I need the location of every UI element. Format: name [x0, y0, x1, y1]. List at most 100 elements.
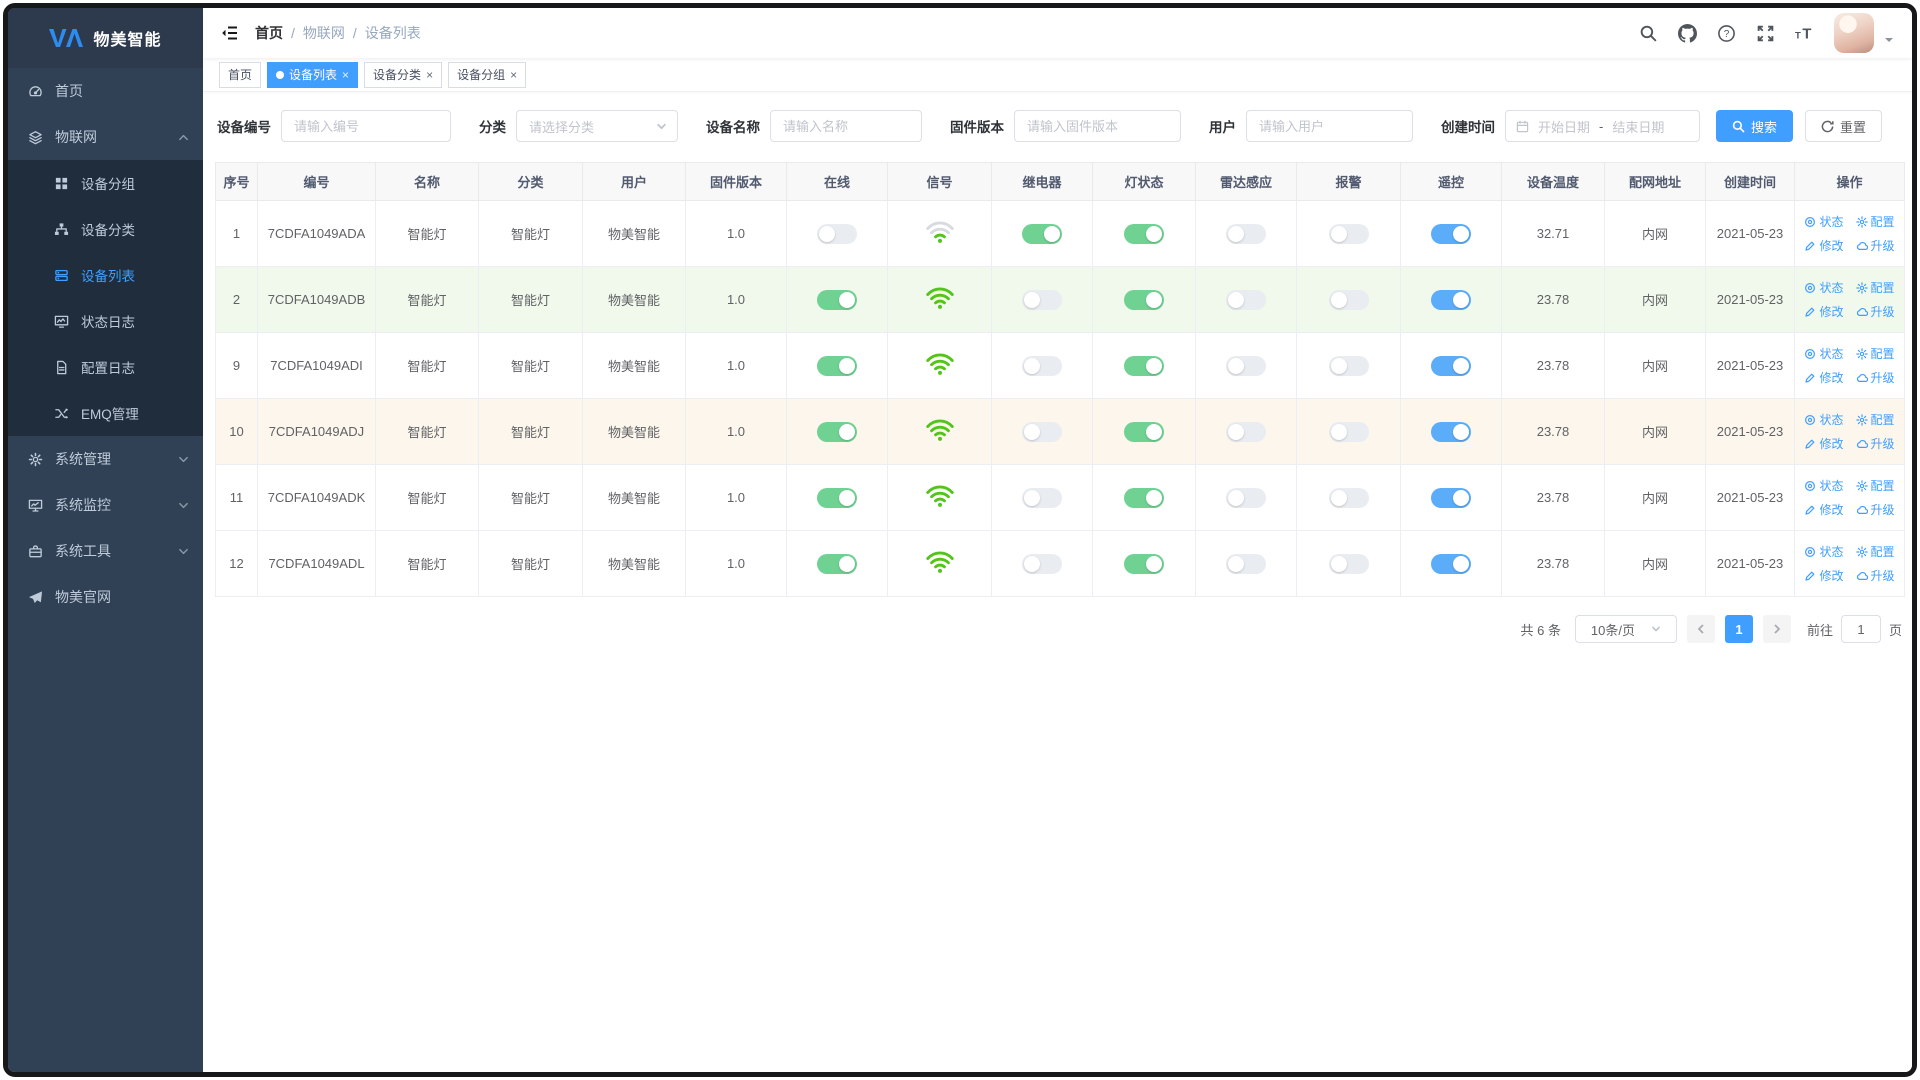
op-status-link[interactable]: 状态	[1804, 213, 1844, 230]
app-logo[interactable]: 物美智能	[8, 8, 203, 68]
online-toggle[interactable]	[817, 355, 857, 376]
op-upgrade-link[interactable]: 升级	[1856, 369, 1895, 386]
radar-sense-toggle[interactable]	[1226, 289, 1266, 310]
category-select[interactable]: 请选择分类	[516, 110, 678, 142]
remote-control-toggle[interactable]	[1431, 223, 1471, 244]
relay-toggle[interactable]	[1022, 289, 1062, 310]
light-state-toggle[interactable]	[1124, 421, 1164, 442]
op-status-link[interactable]: 状态	[1804, 411, 1844, 428]
op-config-link[interactable]: 配置	[1855, 345, 1895, 362]
light-state-toggle[interactable]	[1124, 355, 1164, 376]
online-toggle[interactable]	[817, 289, 857, 310]
fullscreen-icon[interactable]	[1756, 24, 1775, 43]
sidebar-item[interactable]: 设备列表	[8, 252, 203, 298]
op-edit-link[interactable]: 修改	[1804, 435, 1844, 452]
sidebar-item[interactable]: 物美官网	[8, 574, 203, 620]
remote-control-toggle[interactable]	[1431, 289, 1471, 310]
firmware-input[interactable]	[1014, 110, 1181, 142]
op-upgrade-link[interactable]: 升级	[1856, 435, 1895, 452]
tab[interactable]: 首页	[219, 61, 262, 88]
radar-sense-toggle[interactable]	[1226, 421, 1266, 442]
op-upgrade-link[interactable]: 升级	[1856, 303, 1895, 320]
op-edit-link[interactable]: 修改	[1804, 237, 1844, 254]
op-edit-link[interactable]: 修改	[1804, 303, 1844, 320]
op-config-link[interactable]: 配置	[1855, 477, 1895, 494]
op-status-link[interactable]: 状态	[1804, 477, 1844, 494]
help-icon[interactable]: ?	[1717, 24, 1736, 43]
remote-control-toggle[interactable]	[1431, 421, 1471, 442]
tab-close-icon[interactable]: ×	[342, 69, 349, 81]
online-toggle[interactable]	[817, 421, 857, 442]
relay-toggle[interactable]	[1022, 355, 1062, 376]
tab-close-icon[interactable]: ×	[426, 69, 433, 81]
tab[interactable]: 设备分类 ×	[364, 61, 443, 88]
prev-page-button[interactable]	[1686, 615, 1715, 643]
goto-page-input[interactable]	[1840, 615, 1881, 643]
breadcrumb-iot[interactable]: 物联网	[303, 23, 345, 43]
tab-close-icon[interactable]: ×	[510, 69, 517, 81]
op-status-link[interactable]: 状态	[1804, 543, 1844, 560]
radar-sense-toggle[interactable]	[1226, 553, 1266, 574]
alarm-toggle[interactable]	[1328, 289, 1369, 310]
op-config-link[interactable]: 配置	[1855, 279, 1895, 296]
search-button[interactable]: 搜索	[1716, 110, 1794, 142]
relay-toggle[interactable]	[1022, 487, 1062, 508]
next-page-button[interactable]	[1762, 615, 1791, 643]
sidebar-item[interactable]: 配置日志	[8, 344, 203, 390]
user-input[interactable]	[1246, 110, 1413, 142]
light-state-toggle[interactable]	[1124, 553, 1164, 574]
sidebar-item[interactable]: 系统监控	[8, 482, 203, 528]
user-avatar[interactable]	[1834, 13, 1874, 53]
alarm-toggle[interactable]	[1328, 553, 1369, 574]
relay-toggle[interactable]	[1022, 223, 1062, 244]
light-state-toggle[interactable]	[1124, 223, 1164, 244]
sidebar-item[interactable]: 系统管理	[8, 436, 203, 482]
online-toggle[interactable]	[817, 553, 857, 574]
font-size-icon[interactable]: TT	[1795, 24, 1814, 43]
op-status-link[interactable]: 状态	[1804, 345, 1844, 362]
op-status-link[interactable]: 状态	[1804, 279, 1844, 296]
chevron-down-icon[interactable]	[1884, 35, 1894, 45]
device-name-input[interactable]	[770, 110, 922, 142]
alarm-toggle[interactable]	[1328, 487, 1369, 508]
reset-button[interactable]: 重置	[1805, 110, 1883, 142]
sidebar-item[interactable]: EMQ管理	[8, 390, 203, 436]
sidebar-item[interactable]: 系统工具	[8, 528, 203, 574]
remote-control-toggle[interactable]	[1431, 355, 1471, 376]
light-state-toggle[interactable]	[1124, 487, 1164, 508]
op-edit-link[interactable]: 修改	[1804, 369, 1844, 386]
radar-sense-toggle[interactable]	[1226, 223, 1266, 244]
op-upgrade-link[interactable]: 升级	[1856, 567, 1895, 584]
op-edit-link[interactable]: 修改	[1804, 567, 1844, 584]
online-toggle[interactable]	[817, 487, 857, 508]
online-toggle[interactable]	[817, 223, 857, 244]
op-edit-link[interactable]: 修改	[1804, 501, 1844, 518]
op-config-link[interactable]: 配置	[1855, 411, 1895, 428]
alarm-toggle[interactable]	[1328, 355, 1369, 376]
alarm-toggle[interactable]	[1328, 223, 1369, 244]
sidebar-item[interactable]: 设备分类	[8, 206, 203, 252]
tab[interactable]: 设备分组 ×	[448, 61, 527, 88]
sidebar-item[interactable]: 设备分组	[8, 160, 203, 206]
sidebar-item[interactable]: 物联网	[8, 114, 203, 160]
remote-control-toggle[interactable]	[1431, 553, 1471, 574]
sidebar-collapse-icon[interactable]	[221, 24, 239, 42]
device-code-input[interactable]	[281, 110, 451, 142]
breadcrumb-home[interactable]: 首页	[255, 23, 283, 43]
tab[interactable]: 设备列表 ×	[267, 61, 359, 88]
op-config-link[interactable]: 配置	[1855, 213, 1895, 230]
relay-toggle[interactable]	[1022, 553, 1062, 574]
relay-toggle[interactable]	[1022, 421, 1062, 442]
op-upgrade-link[interactable]: 升级	[1856, 501, 1895, 518]
remote-control-toggle[interactable]	[1431, 487, 1471, 508]
page-size-select[interactable]: 10条/页	[1574, 615, 1677, 643]
radar-sense-toggle[interactable]	[1226, 487, 1266, 508]
radar-sense-toggle[interactable]	[1226, 355, 1266, 376]
op-config-link[interactable]: 配置	[1855, 543, 1895, 560]
date-range-picker[interactable]: 开始日期 - 结束日期	[1505, 110, 1700, 142]
github-icon[interactable]	[1678, 23, 1697, 43]
op-upgrade-link[interactable]: 升级	[1856, 237, 1895, 254]
light-state-toggle[interactable]	[1124, 289, 1164, 310]
sidebar-item[interactable]: 首页	[8, 68, 203, 114]
sidebar-item[interactable]: 状态日志	[8, 298, 203, 344]
